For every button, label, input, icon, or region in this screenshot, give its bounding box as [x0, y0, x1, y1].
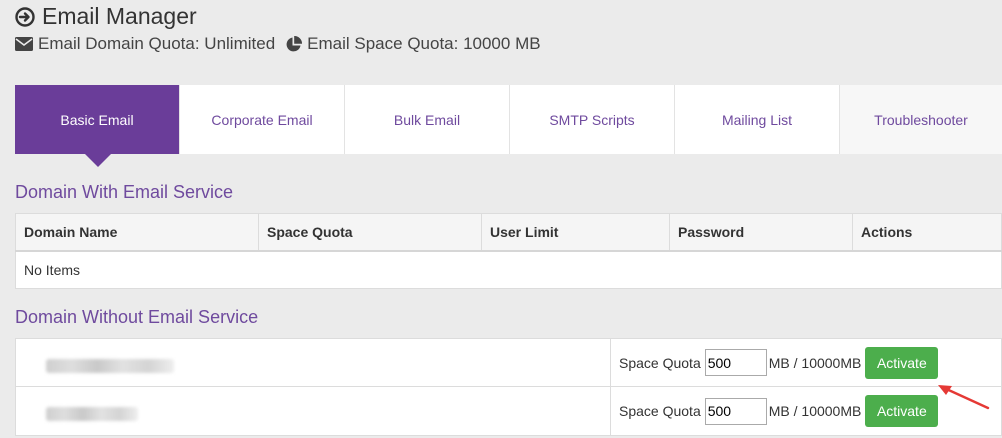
column-header-actions: Actions — [852, 213, 1002, 252]
table-header-row: Domain Name Space Quota User Limit Passw… — [15, 213, 1002, 252]
pie-chart-icon — [286, 35, 303, 51]
domain-name-cell — [16, 339, 611, 386]
with-service-table: Domain Name Space Quota User Limit Passw… — [15, 213, 1002, 289]
space-quota-label: Space Quota — [619, 354, 701, 371]
space-quota-text: Email Space Quota: 10000 MB — [307, 34, 541, 53]
tab-basic-email[interactable]: Basic Email — [15, 85, 180, 167]
space-quota-label: Space Quota — [619, 403, 701, 419]
table-row: No Items — [15, 250, 1002, 289]
table-row: Space Quota MB / 10000MB Activate — [15, 338, 1002, 387]
envelope-icon — [15, 37, 33, 51]
tab-corporate-email[interactable]: Corporate Email — [180, 85, 345, 154]
redacted-domain-name — [46, 407, 138, 421]
domain-name-cell — [16, 387, 611, 435]
activate-button[interactable]: Activate — [865, 346, 939, 379]
tab-bulk-email[interactable]: Bulk Email — [345, 85, 510, 154]
tab-smtp-scripts[interactable]: SMTP Scripts — [510, 85, 675, 154]
tab-mailing-list[interactable]: Mailing List — [675, 85, 840, 154]
quota-info: Email Domain Quota: Unlimited Email Spac… — [15, 34, 541, 54]
activate-button[interactable]: Activate — [865, 395, 939, 427]
space-quota-input[interactable] — [704, 397, 767, 425]
tab-troubleshooter[interactable]: Troubleshooter — [840, 85, 1002, 154]
column-header-user-limit: User Limit — [481, 213, 670, 252]
without-service-table: Space Quota MB / 10000MB Activate Space … — [15, 338, 1002, 436]
page-title: Email Manager — [42, 3, 197, 29]
space-quota-input[interactable] — [704, 349, 767, 376]
column-header-password: Password — [669, 213, 853, 252]
column-header-space-quota: Space Quota — [258, 213, 482, 252]
without-service-title: Domain Without Email Service — [15, 307, 259, 327]
annotation-arrow-icon — [938, 385, 990, 410]
email-tabs: Basic Email Corporate Email Bulk Email S… — [15, 85, 1002, 167]
redacted-domain-name — [46, 359, 174, 373]
page-header: Email Manager — [15, 3, 197, 30]
empty-table-message: No Items — [15, 250, 1002, 289]
table-row: Space Quota MB / 10000MB Activate — [15, 387, 1002, 436]
with-service-title: Domain With Email Service — [15, 182, 234, 202]
space-quota-suffix: MB / 10000MB — [768, 354, 862, 371]
domain-quota-text: Email Domain Quota: Unlimited — [38, 34, 276, 53]
activate-controls: Space Quota MB / 10000MB Activate — [611, 339, 1001, 386]
column-header-domain-name: Domain Name — [15, 213, 259, 252]
space-quota-suffix: MB / 10000MB — [768, 403, 862, 419]
circle-arrow-right-icon — [15, 6, 35, 27]
